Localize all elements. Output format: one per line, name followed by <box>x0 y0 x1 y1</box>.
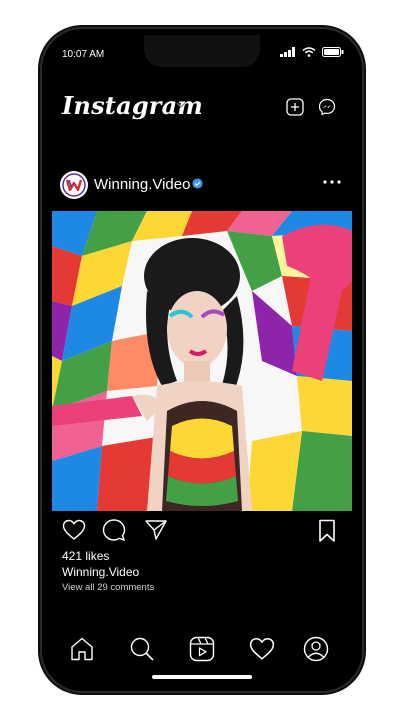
bookmark-icon[interactable] <box>318 519 336 543</box>
app-header: Instagram <box>42 89 362 125</box>
new-post-icon[interactable] <box>286 98 304 116</box>
status-time: 10:07 AM <box>62 49 105 60</box>
notch <box>144 35 260 67</box>
share-icon[interactable] <box>144 519 168 541</box>
phone-frame: 10:07 AM Instagram Winning.Video 421 lik… <box>42 29 362 691</box>
colorful-portrait-photo <box>52 211 352 511</box>
tab-home[interactable] <box>68 635 96 663</box>
home-icon <box>71 637 93 661</box>
post-actions <box>42 519 362 549</box>
avatar[interactable] <box>60 171 88 199</box>
more-options-icon[interactable] <box>322 179 342 185</box>
post-header: Winning.Video <box>42 169 362 203</box>
bottom-tab-bar <box>42 629 362 669</box>
profile-icon <box>303 636 329 662</box>
verified-badge-icon <box>192 178 203 189</box>
likes-count[interactable]: 421 likes <box>62 549 109 563</box>
reels-icon <box>189 636 215 662</box>
brand-logo-icon <box>62 173 86 197</box>
cellular-signal-icon <box>280 47 295 57</box>
comment-icon[interactable] <box>102 519 126 541</box>
heart-icon[interactable] <box>62 519 86 541</box>
wifi-icon <box>302 47 316 57</box>
post-username[interactable]: Winning.Video <box>94 176 190 193</box>
chevron-down-icon[interactable] <box>176 101 186 109</box>
search-icon <box>130 637 154 661</box>
status-icons <box>280 47 344 57</box>
home-indicator[interactable] <box>152 675 252 679</box>
tab-reels[interactable] <box>188 635 216 663</box>
view-comments-link[interactable]: View all 29 comments <box>62 582 154 593</box>
battery-icon <box>322 47 344 57</box>
caption-username[interactable]: Winning.Video <box>62 565 139 579</box>
tab-activity[interactable] <box>248 635 276 663</box>
activity-heart-icon <box>249 637 275 660</box>
post-image[interactable] <box>52 211 352 511</box>
tab-profile[interactable] <box>302 635 330 663</box>
tab-search[interactable] <box>128 635 156 663</box>
messenger-icon[interactable] <box>318 98 336 116</box>
